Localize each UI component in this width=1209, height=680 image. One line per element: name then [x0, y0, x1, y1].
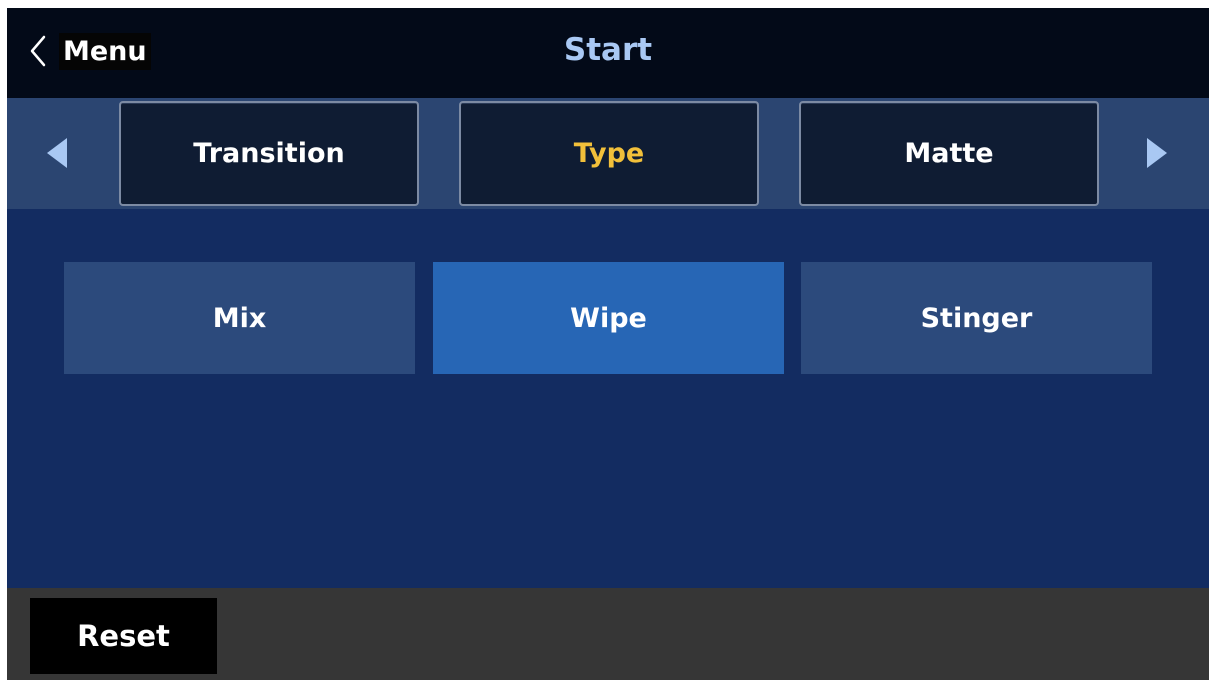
transition-start-screen: Menu Start Transition Type Matte Mix Wip…: [7, 8, 1209, 680]
next-tabs-button[interactable]: [1145, 136, 1169, 174]
reset-button[interactable]: Reset: [30, 598, 217, 674]
option-stinger-button[interactable]: Stinger: [801, 262, 1152, 374]
triangle-right-icon: [1145, 138, 1169, 174]
option-wipe-button[interactable]: Wipe: [433, 262, 784, 374]
triangle-left-icon: [45, 138, 69, 174]
previous-tabs-button[interactable]: [45, 136, 69, 174]
type-options-panel: Mix Wipe Stinger: [7, 209, 1209, 590]
tab-matte[interactable]: Matte: [799, 101, 1099, 206]
tab-type[interactable]: Type: [459, 101, 759, 206]
footer-bar: Reset: [7, 588, 1209, 680]
title-bar: Menu Start: [7, 8, 1209, 98]
tab-bar: Transition Type Matte: [7, 98, 1209, 209]
option-mix-button[interactable]: Mix: [64, 262, 415, 374]
page-title: Start: [563, 32, 653, 68]
tab-transition[interactable]: Transition: [119, 101, 419, 206]
